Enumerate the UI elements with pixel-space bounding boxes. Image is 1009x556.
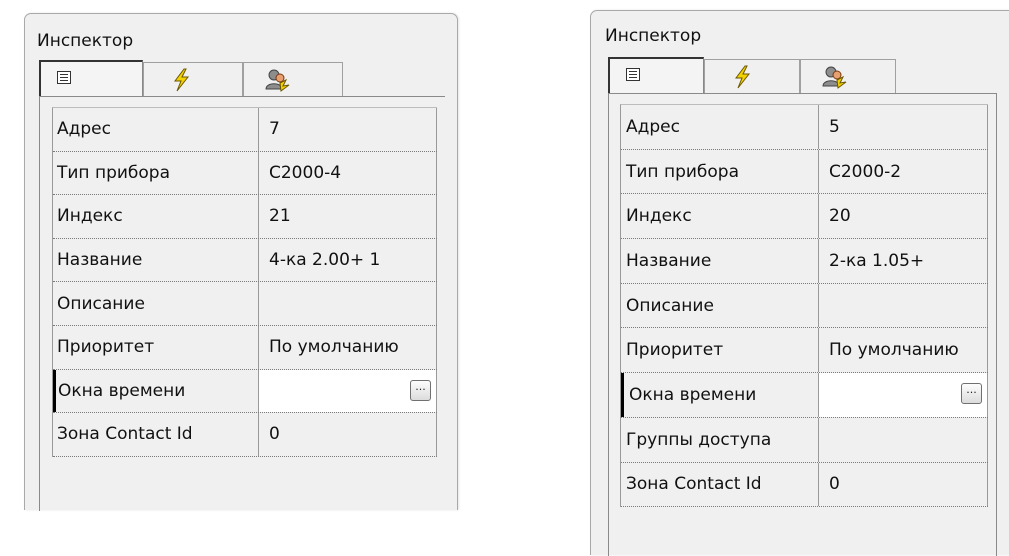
lightning-icon [174,68,190,92]
tab-events[interactable] [143,62,243,96]
property-value[interactable] [819,283,988,328]
lightning-icon [735,65,751,89]
property-name: Описание [53,282,259,325]
property-row-time-windows[interactable]: Окна времени ... [53,369,437,414]
property-row-index[interactable]: Индекс 20 [621,194,988,240]
inspector-panel-left: Инспектор Адрес 7 Тип прибора С2000-4 Ин… [24,13,458,511]
property-name: Тип прибора [53,151,259,195]
tab-users[interactable] [800,59,896,93]
property-row-device-type[interactable]: Тип прибора С2000-4 [53,151,437,196]
tab-properties[interactable] [39,60,143,96]
property-value[interactable] [819,417,988,462]
property-value[interactable]: ... [259,369,437,413]
property-row-address[interactable]: Адрес 7 [53,108,437,152]
property-row-priority[interactable]: Приоритет По умолчанию [53,325,437,370]
property-value[interactable] [259,282,437,325]
property-row-address[interactable]: Адрес 5 [621,105,988,150]
property-grid: Адрес 7 Тип прибора С2000-4 Индекс 21 На… [52,107,437,457]
property-name: Описание [621,283,819,328]
property-name: Индекс [53,195,259,238]
tab-events[interactable] [704,59,800,93]
property-name: Окна времени [53,369,259,413]
property-value[interactable]: 2-ка 1.05+ [819,239,988,283]
property-value[interactable]: 5 [819,105,988,149]
ellipsis-button[interactable]: ... [961,383,982,405]
tab-users[interactable] [243,62,343,96]
property-value[interactable]: 0 [819,462,988,507]
users-icon [265,69,290,92]
property-row-name[interactable]: Название 4-ка 2.00+ 1 [53,238,437,283]
property-row-priority[interactable]: Приоритет По умолчанию [621,328,988,374]
property-list-icon [626,68,640,81]
users-icon [822,66,847,89]
property-grid: Адрес 5 Тип прибора С2000-2 Индекс 20 На… [620,104,988,508]
tab-properties[interactable] [608,57,704,93]
property-grid-frame: Адрес 7 Тип прибора С2000-4 Индекс 21 На… [39,96,445,511]
property-name: Приоритет [53,325,259,369]
property-name: Адрес [53,108,259,151]
property-value[interactable]: 4-ка 2.00+ 1 [259,238,437,282]
property-row-description[interactable]: Описание [53,282,437,326]
property-value[interactable]: 21 [259,195,437,238]
property-name: Зона Contact Id [53,413,259,456]
inspector-panel-right: Инспектор Адрес 5 Тип прибора С2000-2 Ин… [590,10,1009,556]
property-row-name[interactable]: Название 2-ка 1.05+ [621,239,988,284]
property-name: Название [621,239,819,283]
property-row-contact-id-zone[interactable]: Зона Contact Id 0 [621,462,988,508]
property-value[interactable]: 7 [259,108,437,151]
property-row-contact-id-zone[interactable]: Зона Contact Id 0 [53,413,437,457]
property-value[interactable]: ... [819,373,988,417]
property-value[interactable]: С2000-4 [259,151,437,195]
property-name: Индекс [621,194,819,239]
inspector-tabs [608,57,896,93]
property-name: Окна времени [621,373,819,417]
property-name: Тип прибора [621,149,819,194]
panel-title: Инспектор [37,31,134,51]
property-row-access-groups[interactable]: Группы доступа [621,417,988,463]
property-name: Название [53,238,259,282]
property-row-device-type[interactable]: Тип прибора С2000-2 [621,149,988,195]
property-list-icon [57,71,71,84]
property-value[interactable]: По умолчанию [819,328,988,373]
ellipsis-button[interactable]: ... [410,379,431,401]
property-row-description[interactable]: Описание [621,283,988,329]
property-value[interactable]: 20 [819,194,988,239]
property-grid-frame: Адрес 5 Тип прибора С2000-2 Индекс 20 На… [608,93,997,556]
property-name: Зона Contact Id [621,462,819,507]
inspector-tabs [39,60,343,96]
property-value[interactable]: 0 [259,413,437,456]
panel-title: Инспектор [605,26,702,46]
property-row-time-windows[interactable]: Окна времени ... [621,373,988,418]
property-row-index[interactable]: Индекс 21 [53,195,437,239]
property-value[interactable]: По умолчанию [259,325,437,369]
property-value[interactable]: С2000-2 [819,149,988,194]
property-name: Адрес [621,105,819,149]
property-name: Приоритет [621,328,819,373]
property-name: Группы доступа [621,417,819,462]
